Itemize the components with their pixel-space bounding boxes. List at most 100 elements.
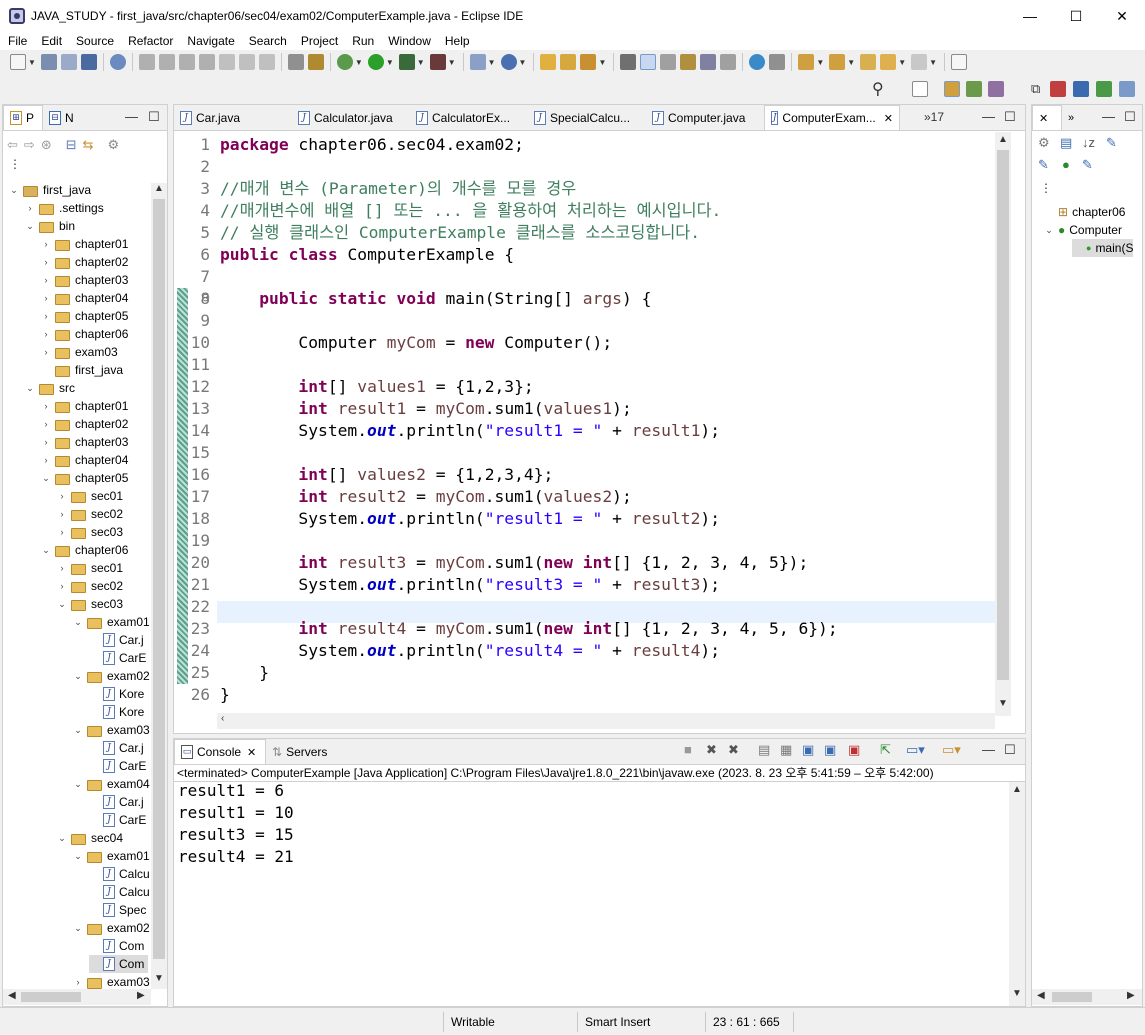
tree-item[interactable]: › sec02 (57, 505, 124, 523)
hide-fields-icon[interactable]: ⚙ (1038, 135, 1050, 151)
chevron-right-icon[interactable]: › (41, 347, 51, 357)
tree-item[interactable]: J Spec (89, 901, 146, 919)
minimize-button[interactable]: — (1007, 0, 1053, 32)
tree-item[interactable]: › exam03 (41, 343, 118, 361)
palette-icon[interactable] (1096, 81, 1112, 97)
chevron-down-icon[interactable]: ⌄ (73, 851, 83, 862)
up-icon[interactable]: ⊛ (41, 137, 52, 153)
hide-static-icon[interactable]: ✎ (1038, 157, 1049, 173)
menu-edit[interactable]: Edit (33, 32, 68, 50)
scroll-down-icon[interactable]: ▼ (154, 973, 164, 984)
chevron-right-icon[interactable]: › (41, 401, 51, 411)
outline-scroll-right-icon[interactable]: ▶ (1127, 990, 1135, 1001)
menu-window[interactable]: Window (380, 32, 437, 50)
forward-icon[interactable] (911, 54, 928, 70)
outline-scroll-left-icon[interactable]: ◀ (1037, 990, 1045, 1001)
view-menu-icon[interactable]: ⋮ (9, 157, 21, 171)
chevron-right-icon[interactable]: › (41, 275, 51, 285)
chevron-right-icon[interactable]: › (57, 491, 67, 501)
globe-icon[interactable] (749, 54, 766, 70)
chevron-down-icon[interactable]: ⌄ (73, 923, 83, 934)
menu-file[interactable]: File (0, 32, 33, 50)
editor-tab-4[interactable]: J Computer.java (646, 106, 764, 130)
tree-item[interactable]: J Kore (89, 685, 144, 703)
console-minimize-icon[interactable]: — (982, 742, 995, 757)
tree-item[interactable]: › sec02 (57, 577, 124, 595)
terminate-icon[interactable] (178, 54, 195, 70)
new-class-icon[interactable] (500, 54, 517, 70)
run-icon[interactable] (367, 54, 384, 70)
tree-item[interactable]: J Car.j (89, 631, 144, 649)
tab-overflow-right[interactable]: » (1062, 106, 1088, 130)
open-console-icon[interactable]: ⇱ (880, 742, 891, 758)
chevron-down-icon[interactable]: ⌄ (73, 779, 83, 790)
new-console-icon[interactable]: ▭▾ (942, 742, 961, 758)
tree-item[interactable]: › chapter06 (41, 325, 129, 343)
skip-breakpoints-icon[interactable] (109, 54, 126, 70)
editor-scroll-down-icon[interactable]: ▼ (998, 698, 1008, 709)
tab-servers[interactable]: ⇅ Servers (266, 740, 336, 764)
drop-to-frame-icon[interactable] (287, 54, 304, 70)
editor-tab-1[interactable]: J Calculator.java (292, 106, 410, 130)
toggle-block-icon[interactable] (660, 54, 677, 70)
next-annotation-icon[interactable] (798, 54, 815, 70)
tree-item[interactable]: J Car.j (89, 739, 144, 757)
tree-item[interactable]: ⌄ exam01 (73, 847, 149, 865)
console-scroll-down-icon[interactable]: ▼ (1012, 988, 1022, 999)
toggle-mark-occurrences-icon[interactable] (620, 54, 637, 70)
tree-item[interactable]: first_java (41, 361, 123, 379)
db-icon[interactable] (1050, 81, 1066, 97)
chevron-down-icon[interactable]: ⌄ (41, 473, 51, 484)
outline-item[interactable]: ⌄ ● Computer (1044, 221, 1122, 239)
scroll-up-icon[interactable]: ▲ (154, 183, 164, 194)
terminal-icon[interactable] (80, 54, 97, 70)
new-java-project-icon[interactable] (469, 54, 486, 70)
maximize-view-icon[interactable]: ☐ (148, 109, 160, 125)
outline-scroll-thumb[interactable] (1052, 992, 1092, 1002)
editor-tab-2[interactable]: J CalculatorEx... (410, 106, 528, 130)
chevron-down-icon[interactable]: ⌄ (41, 545, 51, 556)
menu-run[interactable]: Run (344, 32, 380, 50)
chevron-down-icon[interactable]: ⌄ (25, 221, 35, 232)
chevron-down-icon[interactable]: ⌄ (1044, 225, 1054, 236)
menu-search[interactable]: Search (241, 32, 293, 50)
menu-project[interactable]: Project (293, 32, 344, 50)
maximize-button[interactable]: ☐ (1053, 0, 1099, 32)
editor-scroll-thumb[interactable] (997, 150, 1009, 680)
tree-item[interactable]: ⌄ bin (25, 217, 75, 235)
editor-scroll-left-icon[interactable]: ‹ (221, 713, 224, 724)
tree-item[interactable]: › sec01 (57, 559, 124, 577)
console-vertical-scrollbar[interactable]: ▲ ▼ (1009, 782, 1025, 1006)
tree-item[interactable]: ⌄ exam03 (73, 721, 149, 739)
step-into-icon[interactable] (218, 54, 235, 70)
link-with-editor-icon[interactable]: ⇆ (83, 137, 94, 153)
resume-icon[interactable] (138, 54, 155, 70)
hide-non-public-icon[interactable]: ✎ (1106, 135, 1117, 151)
chevron-down-icon[interactable]: ⌄ (73, 725, 83, 736)
editor-vertical-scrollbar[interactable]: ▲ ▼ (995, 132, 1011, 716)
tree-item[interactable]: J Com (89, 955, 149, 973)
forward-arrow-icon[interactable]: ⇨ (24, 137, 35, 153)
tree-item[interactable]: › chapter01 (41, 235, 129, 253)
hide-local-types-icon[interactable]: ● (1062, 157, 1070, 172)
menu-source[interactable]: Source (68, 32, 120, 50)
tree-item[interactable]: › chapter03 (41, 433, 129, 451)
back-icon[interactable] (880, 54, 897, 70)
debug-icon[interactable] (336, 54, 353, 70)
editor-tab-0[interactable]: J Car.java (174, 106, 292, 130)
chevron-down-icon[interactable]: ⌄ (25, 383, 35, 394)
console-scroll-up-icon[interactable]: ▲ (1012, 784, 1022, 795)
step-over-icon[interactable] (238, 54, 255, 70)
console-tab-close-icon[interactable]: ✕ (247, 746, 256, 759)
tree-vertical-scrollbar[interactable]: ▲ ▼ (151, 183, 167, 989)
tree-item[interactable]: ⌄ src (25, 379, 75, 397)
tree-item[interactable]: J Calcu (89, 865, 150, 883)
editor-horizontal-scrollbar[interactable]: ‹ (217, 713, 995, 729)
editor-maximize-icon[interactable]: ☐ (1004, 109, 1016, 125)
last-edit-icon[interactable] (860, 54, 877, 70)
step-return-icon[interactable] (258, 54, 275, 70)
search-icon[interactable] (580, 54, 597, 70)
chevron-right-icon[interactable]: › (41, 239, 51, 249)
tree-item[interactable]: ⌄ chapter06 (41, 541, 128, 559)
chevron-right-icon[interactable]: › (41, 311, 51, 321)
